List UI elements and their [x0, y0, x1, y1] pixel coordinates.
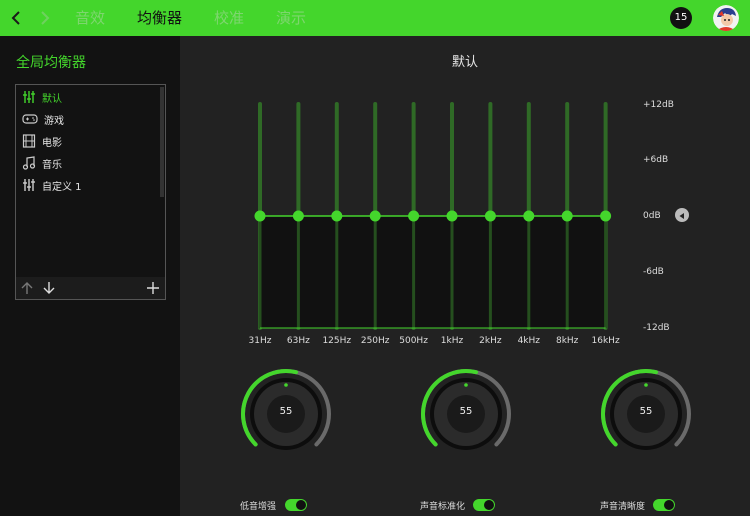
knob-indicator	[644, 383, 648, 387]
eq-band-handle[interactable]	[331, 210, 343, 222]
tab-equalizer[interactable]: 均衡器	[137, 7, 182, 28]
sidebar: 全局均衡器 默认 游戏 电影 音乐 自定义 1	[0, 36, 180, 516]
arrow-down-icon	[43, 282, 55, 294]
freq-label: 1kHz	[440, 336, 464, 346]
freq-label: 125Hz	[322, 336, 352, 346]
back-button[interactable]	[6, 6, 26, 30]
freq-label: 4kHz	[517, 336, 541, 346]
sliders-icon	[23, 91, 35, 103]
freq-label: 8kHz	[555, 336, 579, 346]
db-label-plus12: +12dB	[643, 100, 674, 110]
equalizer-graph: +12dB +6dB 0dB -6dB -12dB 31Hz 63Hz 125Hz 2…	[180, 36, 750, 366]
avatar[interactable]	[713, 5, 739, 31]
preset-list: 默认 游戏 电影 音乐 自定义 1	[15, 84, 166, 278]
preset-item-music[interactable]: 音乐	[22, 154, 62, 172]
equalizer-svg	[254, 102, 612, 330]
preset-toolbar	[15, 277, 166, 300]
equalizer-panel: 默认 +12dB +6dB 0dB -6dB -12dB 31Hz 63Hz 125…	[180, 36, 750, 516]
toggle-sound-normalization[interactable]	[473, 499, 495, 511]
knob-value: 55	[639, 406, 653, 417]
sidebar-title: 全局均衡器	[16, 55, 86, 71]
freq-label: 31Hz	[248, 336, 272, 346]
avatar-icon	[713, 5, 739, 31]
preset-label: 默认	[42, 93, 62, 105]
toggle-bass-boost[interactable]	[285, 499, 307, 511]
eq-band-handle[interactable]	[446, 210, 458, 222]
eq-band-handle[interactable]	[292, 210, 304, 222]
eq-band-handle[interactable]	[523, 210, 535, 222]
arrow-up-icon	[21, 282, 33, 294]
db-label-minus12: -12dB	[643, 323, 670, 333]
freq-label: 16kHz	[591, 336, 620, 346]
move-up-button[interactable]	[18, 278, 36, 298]
db-label-minus6: -6dB	[643, 267, 664, 277]
eq-band-handle[interactable]	[408, 210, 420, 222]
gamepad-icon	[22, 114, 38, 124]
eq-band-handle[interactable]	[600, 210, 612, 222]
chevron-right-icon	[41, 11, 50, 25]
preset-label: 音乐	[42, 159, 62, 171]
preset-label: 游戏	[44, 115, 64, 127]
knob-label-sound-normalization: 声音标准化	[420, 502, 466, 512]
eq-band-handle[interactable]	[369, 210, 381, 222]
preset-scrollbar[interactable]	[160, 87, 164, 197]
knob-label-bass-boost: 低音增强	[240, 502, 277, 512]
knob-bass-boost[interactable]: 55	[238, 366, 334, 462]
forward-button[interactable]	[35, 6, 55, 30]
move-down-button[interactable]	[40, 278, 58, 298]
preset-label: 电影	[42, 137, 62, 149]
preset-item-default[interactable]: 默认	[22, 88, 62, 106]
knob-value: 55	[459, 406, 473, 417]
knob-value: 55	[279, 406, 293, 417]
tab-demo[interactable]: 演示	[276, 7, 306, 28]
triangle-left-icon	[679, 213, 684, 219]
freq-label: 2kHz	[479, 336, 502, 346]
reset-zero-button[interactable]	[675, 208, 689, 222]
plus-icon	[147, 282, 159, 294]
freq-label: 63Hz	[286, 336, 310, 346]
knob-indicator	[284, 383, 288, 387]
preset-item-movie[interactable]: 电影	[22, 132, 62, 150]
sliders-icon	[23, 179, 35, 191]
add-preset-button[interactable]	[144, 278, 162, 298]
eq-band-handle[interactable]	[561, 210, 573, 222]
db-label-zero: 0dB	[643, 211, 661, 221]
tab-sound-effects[interactable]: 音效	[75, 7, 105, 28]
freq-label: 500Hz	[399, 336, 428, 346]
knob-label-voice-clarity: 声音清晰度	[600, 502, 646, 512]
db-label-plus6: +6dB	[643, 155, 669, 165]
knob-sound-normalization[interactable]: 55	[418, 366, 514, 462]
top-bar: 音效 均衡器 校准 演示 15	[0, 0, 750, 36]
eq-fill-area	[260, 216, 606, 328]
knob-indicator	[464, 383, 468, 387]
preset-item-gaming[interactable]: 游戏	[22, 110, 64, 128]
eq-band-handle[interactable]	[484, 210, 496, 222]
eq-band-handle[interactable]	[254, 210, 266, 222]
music-note-icon	[22, 156, 36, 170]
chevron-left-icon	[11, 11, 20, 25]
toggle-voice-clarity[interactable]	[653, 499, 675, 511]
tab-calibration[interactable]: 校准	[214, 7, 244, 28]
preset-item-custom-1[interactable]: 自定义 1	[22, 176, 82, 194]
preset-label: 自定义 1	[42, 181, 82, 193]
film-icon	[22, 134, 36, 148]
notification-badge[interactable]: 15	[670, 7, 692, 29]
freq-label: 250Hz	[360, 336, 390, 346]
knob-voice-clarity[interactable]: 55	[598, 366, 694, 462]
